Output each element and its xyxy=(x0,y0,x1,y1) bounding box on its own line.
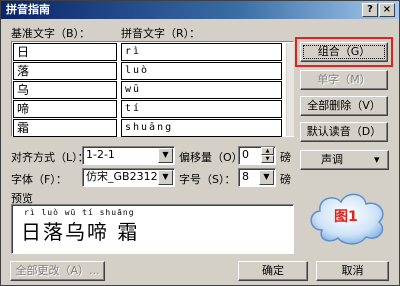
help-button[interactable]: ? xyxy=(362,3,378,17)
pinyin-guide-dialog: 拼音指南 ? × 基准文字（B）： 拼音文字（R）： 日 rì 落 luò 乌 … xyxy=(0,0,400,286)
font-select[interactable]: 仿宋_GB2312 ▼ xyxy=(82,168,175,187)
chevron-down-icon: ▾ xyxy=(374,153,380,166)
tone-button-label: 声调 xyxy=(321,153,343,166)
ruby-text-field[interactable]: rì xyxy=(121,43,282,61)
base-text-column-label: 基准文字（B）： xyxy=(11,27,91,40)
base-text-field[interactable]: 乌 xyxy=(13,81,117,99)
cancel-button[interactable]: 取消 xyxy=(316,261,389,281)
ruby-text-field[interactable]: shuāng xyxy=(121,119,282,137)
alignment-select[interactable]: 1-2-1 ▼ xyxy=(82,146,175,165)
spin-up-icon[interactable]: ▲ xyxy=(261,147,274,155)
ok-button[interactable]: 确定 xyxy=(238,261,308,281)
window-title: 拼音指南 xyxy=(6,3,50,16)
size-value: 8 xyxy=(242,170,249,183)
change-all-button[interactable]: 全部更改（A）... xyxy=(10,261,105,281)
ruby-text-field[interactable]: luò xyxy=(121,62,282,80)
alignment-label: 对齐方式（L）： xyxy=(11,151,89,164)
preview-box: rì luò wū tí shuāng 日落乌啼 霜 xyxy=(11,204,294,254)
base-text-field[interactable]: 日 xyxy=(13,43,117,61)
combine-button[interactable]: 组合（G） xyxy=(300,42,388,62)
ruby-text-column-label: 拼音文字（R）： xyxy=(121,27,201,40)
offset-unit: 磅 xyxy=(280,151,291,164)
figure-annotation: 图1 xyxy=(334,209,358,225)
close-button[interactable]: × xyxy=(379,3,395,17)
base-text-field[interactable]: 霜 xyxy=(13,119,117,137)
size-unit: 磅 xyxy=(280,173,291,186)
offset-value: 0 xyxy=(242,148,249,161)
single-char-button[interactable]: 单字（M） xyxy=(300,70,388,90)
base-text-field[interactable]: 落 xyxy=(13,62,117,80)
chevron-down-icon[interactable]: ▼ xyxy=(259,170,274,185)
chevron-down-icon[interactable]: ▼ xyxy=(158,148,173,163)
font-value: 仿宋_GB2312 xyxy=(86,170,158,183)
size-label: 字号（S）： xyxy=(179,173,236,186)
spin-down-icon[interactable]: ▼ xyxy=(261,155,274,163)
font-label: 字体（F）： xyxy=(11,173,67,186)
chevron-down-icon[interactable]: ▼ xyxy=(158,170,173,185)
alignment-value: 1-2-1 xyxy=(86,148,115,161)
preview-text: 日落乌啼 霜 xyxy=(21,220,140,244)
tone-button[interactable]: 声调 ▾ xyxy=(300,150,389,170)
ruby-text-field[interactable]: tí xyxy=(121,100,282,118)
ruby-text-field[interactable]: wū xyxy=(121,81,282,99)
title-bar: 拼音指南 ? × xyxy=(1,1,399,19)
delete-all-button[interactable]: 全部删除（V） xyxy=(300,96,388,116)
text-grid: 日 rì 落 luò 乌 wū 啼 tí 霜 shuāng xyxy=(11,41,294,137)
grid-scrollbar[interactable] xyxy=(286,43,294,136)
offset-spinner[interactable]: 0 ▲ ▼ xyxy=(238,146,276,165)
size-select[interactable]: 8 ▼ xyxy=(238,168,276,187)
default-reading-button[interactable]: 默认读音（D） xyxy=(300,122,388,142)
base-text-field[interactable]: 啼 xyxy=(13,100,117,118)
